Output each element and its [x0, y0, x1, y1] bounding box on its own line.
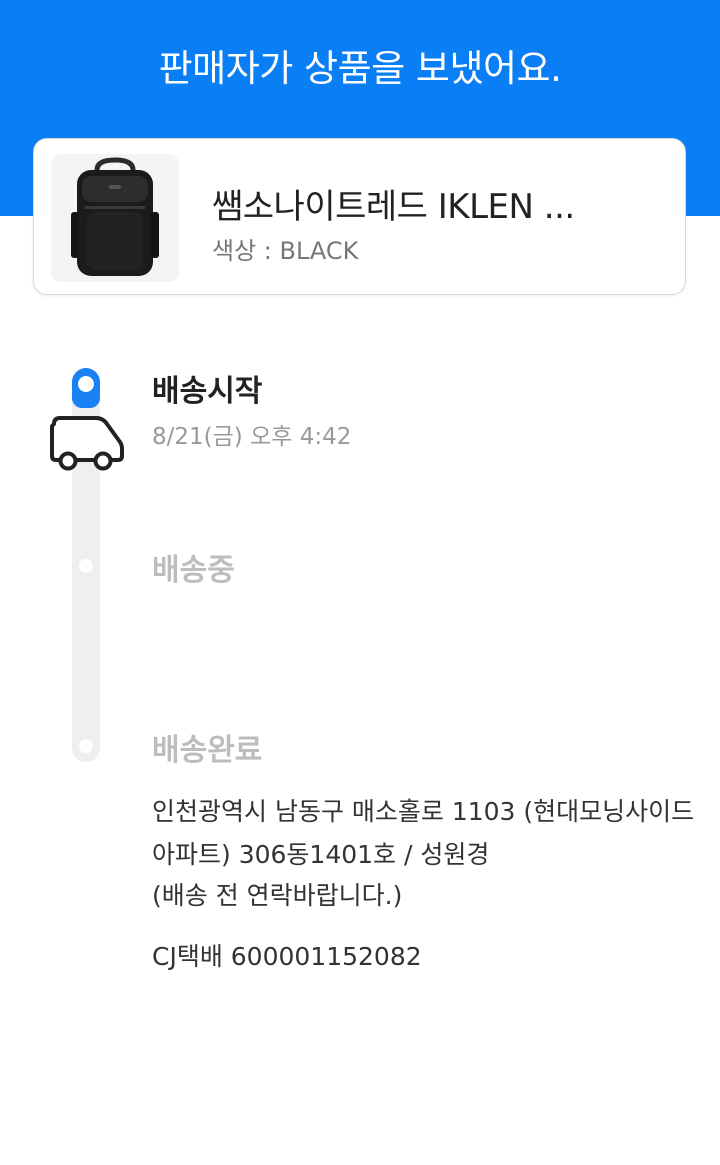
product-name: 쌤소나이트레드 IKLEN ...: [212, 187, 575, 227]
step-dot-active: [78, 376, 94, 392]
option-value: BLACK: [279, 237, 359, 265]
page-title: 판매자가 상품을 보냈어요.: [158, 47, 562, 90]
option-label: 색상: [212, 237, 280, 265]
step-dot: [79, 739, 93, 753]
product-image: [51, 154, 179, 282]
product-option: 색상BLACK: [212, 231, 358, 266]
step-label-in-transit: 배송중: [152, 553, 235, 588]
step-time: 8/21(금) 오후 4:42: [152, 424, 352, 450]
truck-icon: [50, 416, 124, 471]
backpack-image: [51, 154, 179, 282]
step-label-shipping-started: 배송시작: [152, 374, 263, 409]
delivery-note: (배송 전 연락바랍니다.): [152, 881, 403, 910]
delivery-address: 인천광역시 남동구 매소홀로 1103 (현대모닝사이드아파트) 306동140…: [152, 797, 695, 869]
step-label-delivered: 배송완료: [152, 733, 263, 768]
tracking-number[interactable]: CJ택배 600001152082: [152, 937, 422, 973]
product-card[interactable]: 쌤소나이트레드 IKLEN ... 색상BLACK: [33, 138, 686, 295]
step-dot: [79, 559, 93, 573]
